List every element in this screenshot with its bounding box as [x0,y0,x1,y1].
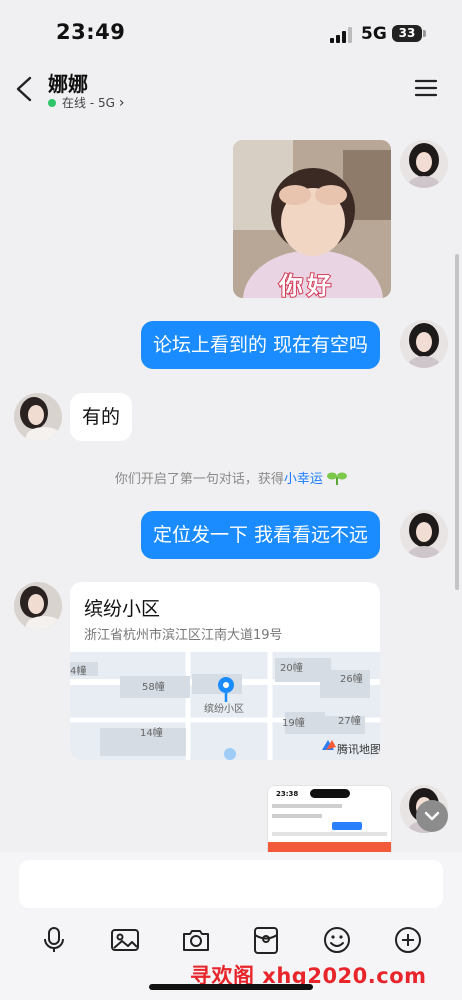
signal-icon [330,27,352,43]
chevron-right-icon: › [118,94,125,111]
self-avatar[interactable] [400,510,448,558]
network-type: 5G [361,24,387,44]
map-label: 27幢 [338,714,361,727]
emoji-icon[interactable] [321,924,353,956]
red-packet-icon[interactable] [250,924,282,956]
home-indicator[interactable] [149,984,313,990]
location-address: 浙江省杭州市滨江区江南大道19号 [84,628,283,643]
map-label: 20幢 [280,661,303,674]
chevron-down-icon [424,811,440,821]
map-label: 4幢 [70,664,86,677]
map-label: 14幢 [140,726,163,739]
screenshot-message[interactable]: 23:38 [267,785,392,852]
contact-name[interactable]: 娜娜 [48,68,88,97]
mic-icon[interactable] [38,924,70,956]
message-input[interactable] [19,860,443,908]
plus-icon[interactable] [392,924,424,956]
sprout-icon [327,472,348,485]
online-dot [48,98,56,107]
map-label: 19幢 [282,716,305,729]
location-map[interactable]: 4幢 20幢 26幢 58幢 缤纷小区 19幢 27幢 14幢 腾讯地图 [70,652,380,760]
presence-text: 在线 - 5G [62,96,115,110]
screenshot-time: 23:38 [276,790,298,798]
image-icon[interactable] [109,924,141,956]
battery-nub [423,30,426,37]
incoming-message-1[interactable]: 有的 [70,393,133,441]
menu-icon[interactable] [414,78,438,98]
presence-status[interactable]: 在线 - 5G › [48,94,125,111]
contact-avatar[interactable] [14,582,62,630]
scroll-to-bottom-button[interactable] [416,800,448,832]
self-avatar[interactable] [400,320,448,368]
status-time: 23:49 [56,20,126,44]
chat-header: 娜娜 在线 - 5G › [0,64,462,116]
status-bar: 23:49 5G 33 [0,0,462,64]
sticker-message[interactable]: 你好 [233,140,391,298]
back-icon[interactable] [14,76,36,102]
map-brand: 腾讯地图 [337,742,380,756]
location-title: 缤纷小区 [84,598,161,620]
outgoing-message-2[interactable]: 定位发一下 我看看远不远 [141,511,381,559]
battery-icon: 33 [392,25,422,42]
location-card[interactable]: 缤纷小区 浙江省杭州市滨江区江南大道19号 4幢 20幢 26幢 58幢 缤纷小… [70,582,380,760]
self-avatar[interactable] [400,140,448,188]
map-label: 26幢 [340,672,363,685]
lucky-link[interactable]: 小幸运 [284,472,323,487]
map-label: 缤纷小区 [204,702,244,715]
chat-scrollbar[interactable] [455,254,459,590]
camera-icon[interactable] [180,924,212,956]
outgoing-message-1[interactable]: 论坛上看到的 现在有空吗 [141,321,381,369]
system-notice: 你们开启了第一句对话，获得小幸运 [0,468,462,487]
sticker-caption: 你好 [278,271,335,298]
screenshot-thumbnail: 23:38 [268,786,391,852]
contact-avatar[interactable] [14,393,62,441]
system-notice-text: 你们开启了第一句对话，获得 [114,472,284,487]
map-label: 58幢 [142,680,165,693]
